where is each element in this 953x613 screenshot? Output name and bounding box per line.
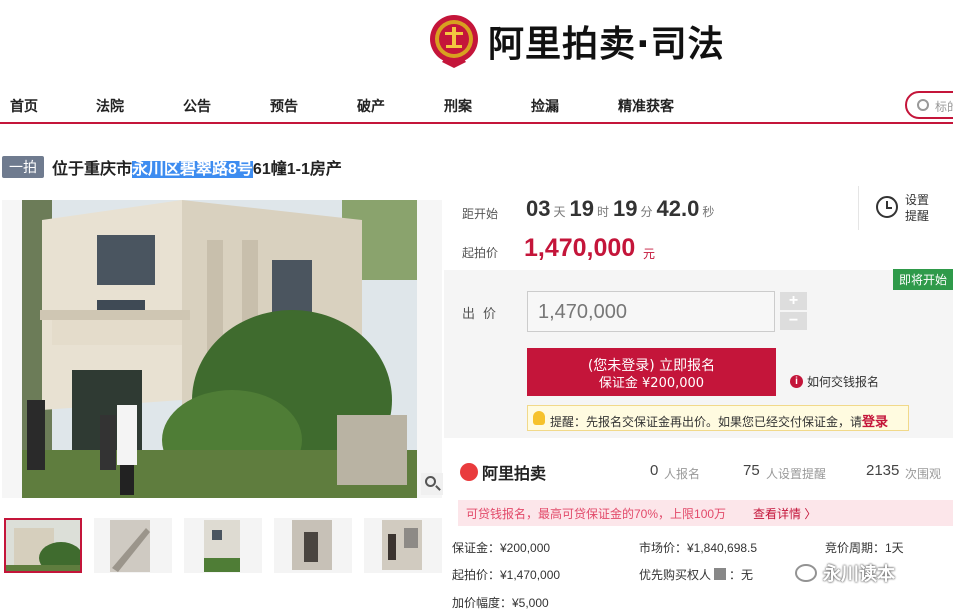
countdown-days: 03 xyxy=(526,196,551,221)
start-price-value: 1,470,000 xyxy=(524,234,636,262)
title-suffix: 61幢1-1房产 xyxy=(252,161,342,178)
signup-count-label: 人报名 xyxy=(664,467,701,481)
help-icon[interactable] xyxy=(714,568,727,580)
loan-text: 可贷钱报名，最高可贷保证金的70%，上限100万 xyxy=(466,507,727,521)
thumbnail-1[interactable] xyxy=(4,518,82,573)
priority-value: ：无 xyxy=(729,568,754,582)
listing-title-row: 一拍 位于重庆市永川区碧翠路8号61幢1-1房产 xyxy=(0,156,342,178)
zoom-button[interactable] xyxy=(421,473,443,495)
countdown-minutes: 19 xyxy=(613,196,638,221)
set-reminder-button[interactable]: 设置提醒 xyxy=(905,192,935,224)
divider xyxy=(858,186,859,230)
wechat-icon xyxy=(795,564,817,582)
countdown-timer: 03 天 19 时 19 分 42.0 秒 xyxy=(526,196,718,222)
bidding-period-info: 竞价周期：1天 xyxy=(825,541,904,555)
watermark-text: 永川读本 xyxy=(823,564,895,584)
countdown-hours: 19 xyxy=(569,196,594,221)
nav-item-preview[interactable]: 预告 xyxy=(270,96,298,116)
nav-item-bankruptcy[interactable]: 破产 xyxy=(357,96,385,116)
reminder-count: 75 xyxy=(743,462,760,479)
signup-count: 0 xyxy=(650,462,659,479)
lightbulb-icon xyxy=(533,411,545,425)
thumbnail-5[interactable] xyxy=(364,518,442,573)
auction-round-badge: 一拍 xyxy=(2,156,44,178)
ali-logo-icon xyxy=(460,463,478,481)
title-prefix: 位于重庆市 xyxy=(52,161,133,178)
info-icon: i xyxy=(790,375,803,388)
search-input[interactable]: 标的 xyxy=(905,91,953,119)
search-icon xyxy=(917,99,929,111)
reminder-count-label: 人设置提醒 xyxy=(766,467,827,481)
start-price-info: 起拍价：¥1,470,000 xyxy=(452,568,561,582)
title-highlight: 永川区碧翠路8号 xyxy=(132,161,253,178)
priority-label: 优先购买权人 xyxy=(639,568,712,582)
view-count-label: 次围观 xyxy=(905,467,942,481)
start-price-label: 起拍价 xyxy=(462,246,499,260)
nav-item-notice[interactable]: 公告 xyxy=(183,96,211,116)
loan-details-link[interactable]: 查看详情 〉 xyxy=(753,505,816,522)
main-photo[interactable] xyxy=(2,200,442,498)
alarm-clock-icon[interactable] xyxy=(876,196,898,218)
watermark: 永川读本 xyxy=(795,560,895,586)
search-placeholder: 标的 xyxy=(935,100,953,114)
signup-button[interactable]: (您未登录) 立即报名 保证金 ¥200,000 xyxy=(527,348,776,396)
login-link[interactable]: 登录 xyxy=(862,414,888,429)
bid-amount-input[interactable]: 1,470,000 xyxy=(527,291,775,332)
court-emblem-icon xyxy=(430,15,478,68)
price-unit: 元 xyxy=(643,247,656,261)
site-logo[interactable]: 阿里拍卖·司法 xyxy=(428,12,725,70)
decrease-bid-button[interactable]: − xyxy=(780,312,807,330)
main-nav: 首页 法院 公告 预告 破产 刑案 捡漏 精准获客 标的 xyxy=(0,86,953,124)
status-badge: 即将开始 xyxy=(893,269,953,290)
increment-info: 加价幅度：¥5,000 xyxy=(452,596,549,610)
seconds-unit: 秒 xyxy=(702,205,715,219)
thumbnail-2[interactable] xyxy=(94,518,172,573)
brand-title: 阿里拍卖·司法 xyxy=(488,24,725,65)
market-price-info: 市场价：¥1,840,698.5 xyxy=(639,541,758,555)
countdown-seconds: 42.0 xyxy=(656,196,700,221)
nav-item-criminal[interactable]: 刑案 xyxy=(444,96,472,116)
ali-logo-text: 阿里拍卖 xyxy=(482,466,547,483)
zoom-icon xyxy=(425,476,436,487)
how-to-pay-link[interactable]: i 如何交钱报名 xyxy=(790,373,879,390)
villa-photo-image xyxy=(22,200,417,498)
bid-label: 出价 xyxy=(462,306,505,321)
days-unit: 天 xyxy=(553,205,566,219)
nav-item-leads[interactable]: 精准获客 xyxy=(618,96,674,116)
loan-banner: 可贷钱报名，最高可贷保证金的70%，上限100万 查看详情 〉 xyxy=(458,500,953,526)
deposit-info: 保证金：¥200,000 xyxy=(452,541,551,555)
view-count: 2135 xyxy=(866,462,900,479)
nav-item-court[interactable]: 法院 xyxy=(96,96,124,116)
thumbnail-3[interactable] xyxy=(184,518,262,573)
increase-bid-button[interactable]: + xyxy=(780,292,807,310)
page-title: 位于重庆市永川区碧翠路8号61幢1-1房产 xyxy=(52,155,342,179)
minutes-unit: 分 xyxy=(640,205,653,219)
priority-buyer-info: 优先购买权人 ：无 xyxy=(639,566,753,583)
countdown-label: 距开始 xyxy=(462,207,499,221)
nav-item-home[interactable]: 首页 xyxy=(10,96,38,116)
login-tip: 提醒：先报名交保证金再出价。如果您已经交付保证金，请登录 xyxy=(527,405,909,431)
how-to-pay-label: 如何交钱报名 xyxy=(807,375,880,389)
tip-text: 提醒：先报名交保证金再出价。如果您已经交付保证金，请 xyxy=(550,415,863,429)
thumbnail-4[interactable] xyxy=(274,518,352,573)
signup-label: (您未登录) 立即报名 xyxy=(587,358,716,374)
nav-item-bargain[interactable]: 捡漏 xyxy=(531,96,559,116)
hours-unit: 时 xyxy=(596,205,609,219)
signup-deposit: 保证金 ¥200,000 xyxy=(598,376,705,391)
ali-auction-logo: 阿里拍卖 xyxy=(460,460,546,484)
header: 阿里拍卖·司法 xyxy=(0,0,953,80)
